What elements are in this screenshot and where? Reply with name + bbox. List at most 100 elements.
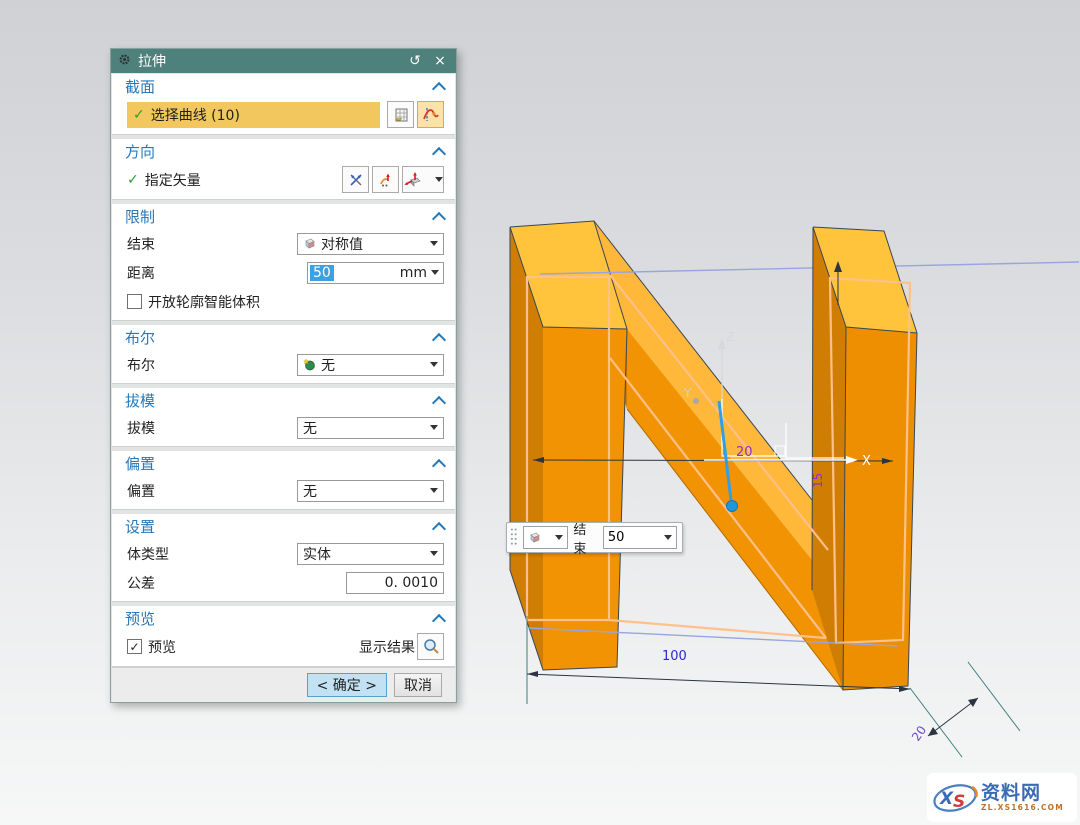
end-option-select[interactable] (523, 526, 569, 549)
select-curve-field[interactable]: ✓ 选择曲线 (10) (127, 102, 380, 128)
chevron-up-icon[interactable] (432, 613, 446, 627)
section-preview: 预览 ✓ 预览 显示结果 (112, 606, 455, 667)
dialog-body: 截面 ✓ 选择曲线 (10) (111, 73, 456, 702)
chevron-up-icon[interactable] (432, 211, 446, 225)
caret-down-icon[interactable] (555, 535, 563, 540)
offset-select[interactable]: 无 (297, 480, 444, 502)
sketch-section-button[interactable] (387, 101, 414, 128)
distance-label: 距离 (127, 263, 155, 283)
section-section: 截面 ✓ 选择曲线 (10) (112, 74, 455, 135)
preview-header[interactable]: 预览 (112, 606, 455, 631)
dimension-depth[interactable]: 20 (909, 662, 1020, 757)
chevron-up-icon[interactable] (432, 81, 446, 95)
boolean-header[interactable]: 布尔 (112, 325, 455, 350)
axis-y-label: Y (683, 386, 692, 400)
specify-vector-row: ✓ 指定矢量 (112, 164, 455, 195)
preview-label: 预览 (148, 637, 176, 657)
caret-down-icon[interactable] (664, 535, 672, 540)
dim-thickness-label[interactable]: 20 (736, 445, 753, 460)
ok-button[interactable]: < 确定 > (307, 673, 387, 697)
draft-value: 无 (303, 418, 425, 438)
boolean-none-icon (303, 358, 316, 371)
show-result-button[interactable] (417, 633, 444, 660)
boolean-select[interactable]: 无 (297, 354, 444, 376)
caret-down-icon[interactable] (430, 425, 438, 430)
section-limits: 限制 结束 对称值 距离 50 mm (112, 204, 455, 321)
mini-end-label: 结束 (573, 519, 598, 557)
end-label: 结束 (127, 234, 155, 254)
preview-checkbox[interactable]: ✓ (127, 639, 142, 654)
n-model-diagonal[interactable] (594, 221, 844, 690)
tolerance-label: 公差 (127, 573, 155, 593)
cancel-button[interactable]: 取消 (394, 673, 442, 697)
boolean-label: 布尔 (127, 355, 155, 375)
onscreen-input-toolbar[interactable]: 结束 50 (506, 522, 683, 553)
mini-end-value-input[interactable]: 50 (603, 526, 677, 549)
distance-value: 50 (310, 265, 334, 281)
caret-down-icon[interactable] (430, 241, 438, 246)
caret-down-icon[interactable] (431, 270, 439, 275)
watermark-site: ZL.XS1616.COM (981, 803, 1064, 812)
end-condition-value: 对称值 (321, 234, 425, 254)
chevron-up-icon[interactable] (432, 521, 446, 535)
caret-down-icon[interactable] (430, 362, 438, 367)
section-settings: 设置 体类型 实体 公差 0. 0010 (112, 514, 455, 602)
inferred-vector-button[interactable] (342, 166, 369, 193)
gear-icon[interactable] (118, 53, 131, 70)
caret-down-icon[interactable] (430, 551, 438, 556)
watermark-name: 资料网 (981, 783, 1064, 803)
chevron-up-icon[interactable] (432, 332, 446, 346)
section-draft: 拔模 拔模 无 (112, 388, 455, 447)
body-type-select[interactable]: 实体 (297, 543, 444, 565)
extrude-dialog: 拉伸 ↺ × 截面 ✓ 选择曲线 (10) (110, 48, 457, 703)
vector-dialog-button[interactable] (372, 166, 399, 193)
offset-label: 偏置 (127, 481, 155, 501)
close-icon[interactable]: × (431, 52, 449, 70)
symmetric-cube-icon (303, 237, 316, 250)
axis-x-label: X (862, 454, 871, 469)
distance-input[interactable]: 50 mm (307, 262, 444, 284)
curve-select-button[interactable] (417, 101, 444, 128)
tolerance-input[interactable]: 0. 0010 (346, 572, 444, 594)
vector-constructor-button[interactable] (402, 166, 444, 193)
reset-icon[interactable]: ↺ (406, 52, 424, 70)
section-direction: 方向 ✓ 指定矢量 (112, 139, 455, 200)
select-curve-row: ✓ 选择曲线 (10) (112, 99, 455, 130)
offset-header[interactable]: 偏置 (112, 451, 455, 476)
settings-header[interactable]: 设置 (112, 514, 455, 539)
body-type-label: 体类型 (127, 544, 169, 564)
dialog-titlebar[interactable]: 拉伸 ↺ × (111, 49, 456, 73)
draft-select[interactable]: 无 (297, 417, 444, 439)
chevron-up-icon[interactable] (432, 458, 446, 472)
chevron-up-icon[interactable] (432, 395, 446, 409)
drag-handle[interactable] (510, 527, 518, 549)
open-profile-checkbox[interactable] (127, 294, 142, 309)
body-type-value: 实体 (303, 544, 425, 564)
check-icon: ✓ (127, 172, 139, 188)
section-header[interactable]: 截面 (112, 74, 455, 99)
specify-vector-label: 指定矢量 (145, 170, 201, 190)
dim-width-label: 100 (662, 649, 687, 664)
symmetric-cube-icon (528, 531, 541, 544)
draft-header[interactable]: 拔模 (112, 388, 455, 413)
distance-unit[interactable]: mm (400, 265, 431, 281)
caret-down-icon[interactable] (430, 488, 438, 493)
boolean-value: 无 (321, 355, 425, 375)
caret-down-icon[interactable] (435, 177, 443, 182)
dialog-footer: < 确定 > 取消 (112, 667, 455, 702)
offset-value: 无 (303, 481, 425, 501)
application-viewport: 100 20 Z X Y 20 (0, 0, 1080, 825)
direction-header[interactable]: 方向 (112, 139, 455, 164)
dim-depth-label: 20 (909, 723, 929, 744)
dim-side-label[interactable]: 15 (811, 473, 825, 488)
open-profile-label: 开放轮廓智能体积 (148, 292, 260, 312)
axis-z-label: Z (726, 330, 734, 344)
section-boolean: 布尔 布尔 无 (112, 325, 455, 384)
show-result-label: 显示结果 (359, 637, 415, 657)
end-condition-select[interactable]: 对称值 (297, 233, 444, 255)
draft-label: 拔模 (127, 418, 155, 438)
svg-text:S: S (953, 792, 965, 812)
check-icon: ✓ (133, 107, 145, 123)
chevron-up-icon[interactable] (432, 146, 446, 160)
limits-header[interactable]: 限制 (112, 204, 455, 229)
